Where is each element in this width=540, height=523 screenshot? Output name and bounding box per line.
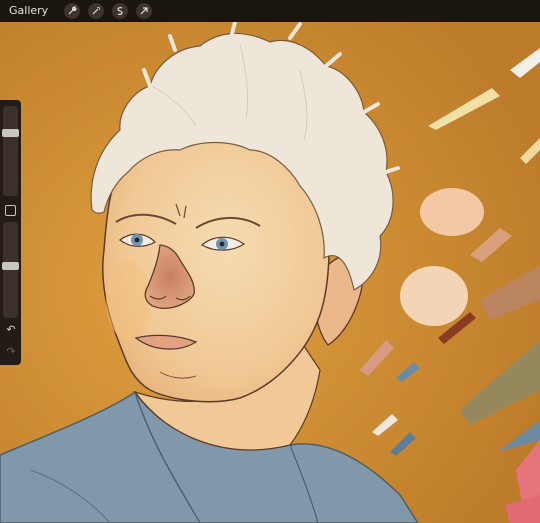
drawing-canvas[interactable]: [0, 0, 540, 523]
square-icon[interactable]: [5, 205, 16, 216]
selection-s-icon[interactable]: [112, 3, 129, 19]
magic-wand-icon[interactable]: [88, 3, 105, 19]
top-toolbar: Gallery: [0, 0, 540, 22]
opacity-slider[interactable]: [3, 222, 18, 318]
brush-size-handle[interactable]: [2, 128, 19, 137]
undo-arrow-icon[interactable]: ↶: [4, 324, 18, 336]
left-sidebar: ↶ ↷: [0, 100, 21, 365]
wrench-icon[interactable]: [64, 3, 81, 19]
brush-size-slider[interactable]: [3, 106, 18, 196]
portrait-artwork: [0, 0, 540, 523]
redo-arrow-icon[interactable]: ↷: [4, 346, 18, 358]
transform-arrow-icon[interactable]: [136, 3, 153, 19]
opacity-handle[interactable]: [2, 261, 19, 270]
gallery-button[interactable]: Gallery: [9, 0, 48, 22]
